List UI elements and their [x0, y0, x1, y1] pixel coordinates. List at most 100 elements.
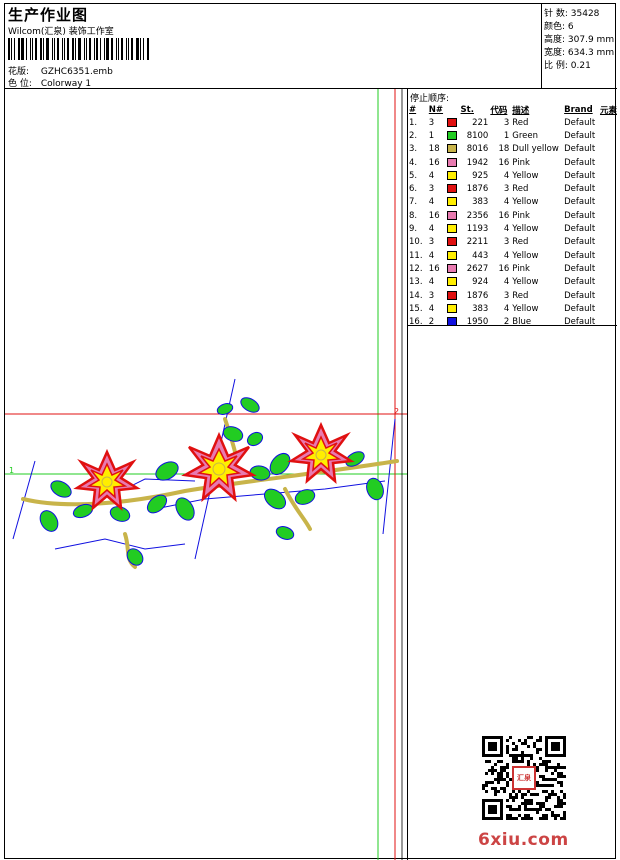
- barcode-bar: [18, 38, 20, 60]
- stop-needle: 4: [428, 303, 435, 314]
- stop-swatch: [446, 249, 461, 262]
- barcode-bar: [52, 38, 53, 60]
- stop-brand: Default: [564, 224, 596, 235]
- stop-brand: Default: [564, 250, 596, 261]
- stop-row: 1. 3 221 3 Red Default: [409, 116, 617, 129]
- stop-desc: Green: [512, 130, 539, 141]
- stat-scale: 比 例: 0.21: [544, 61, 591, 71]
- color-swatch: [446, 237, 457, 247]
- stop-row: 6. 3 1876 3 Red Default: [409, 182, 617, 195]
- stop-row: 7. 4 383 4 Yellow Default: [409, 196, 617, 209]
- stop-swatch: [446, 129, 461, 142]
- barcode-bar: [62, 38, 63, 60]
- stop-swatch: [446, 262, 461, 275]
- stop-code: 16: [498, 157, 510, 168]
- color-swatch: [446, 157, 457, 167]
- stop-brand: Default: [564, 210, 596, 221]
- header-idx: #: [409, 104, 417, 115]
- barcode-bar: [43, 38, 44, 60]
- stop-idx: 12.: [409, 263, 423, 274]
- stop-brand: Default: [564, 277, 596, 288]
- stop-desc: Yellow: [512, 303, 539, 314]
- stop-idx: 2.: [409, 130, 418, 141]
- barcode-bar: [35, 38, 37, 60]
- barcode-bar: [11, 38, 12, 60]
- stop-needle: 3: [428, 117, 435, 128]
- barcode-bar: [121, 38, 123, 60]
- barcode-bar: [111, 38, 113, 60]
- barcode-bar: [26, 38, 27, 60]
- stop-desc: Pink: [512, 157, 530, 168]
- stop-stitches: 383: [472, 303, 489, 314]
- stop-code: 4: [503, 303, 510, 314]
- color-swatch: [446, 317, 457, 327]
- stop-idx: 9.: [409, 224, 418, 235]
- barcode-bar: [100, 38, 101, 60]
- origin-marker: 1: [9, 466, 14, 475]
- barcode-bar: [14, 38, 15, 60]
- stop-code: 4: [503, 224, 510, 235]
- stop-code: 4: [503, 197, 510, 208]
- stop-needle: 4: [428, 250, 435, 261]
- barcode-bar: [106, 38, 109, 60]
- production-sheet: 生产作业图 Wilcom(汇泉) 装饰工作室 花版: GZHC6351.emb …: [4, 3, 617, 860]
- barcode-bar: [72, 38, 74, 60]
- barcode-bar: [78, 38, 81, 60]
- qr-badge: 汇泉: [512, 766, 536, 790]
- barcode-bar: [89, 38, 91, 60]
- stop-stitches: 383: [472, 197, 489, 208]
- stop-stitches: 2356: [466, 210, 489, 221]
- stop-elem: [600, 209, 617, 222]
- stop-stitches: 2627: [466, 263, 489, 274]
- barcode-bar: [40, 38, 42, 60]
- stop-swatch: [446, 289, 461, 302]
- color-swatch: [446, 170, 457, 180]
- stop-brand: Default: [564, 170, 596, 181]
- stop-swatch: [446, 156, 461, 169]
- stop-desc: Red: [512, 290, 529, 301]
- stop-swatch: [446, 143, 461, 156]
- stop-desc: Red: [512, 184, 529, 195]
- stop-row: 9. 4 1193 4 Yellow Default: [409, 222, 617, 235]
- stop-elem: [600, 169, 617, 182]
- barcode-bar: [140, 38, 141, 60]
- stop-idx: 10.: [409, 237, 423, 248]
- stop-needle: 16: [428, 263, 440, 274]
- stop-elem: [600, 116, 617, 129]
- stop-code: 4: [503, 277, 510, 288]
- barcode-bar: [104, 38, 105, 60]
- stop-code: 4: [503, 250, 510, 261]
- stop-swatch: [446, 276, 461, 289]
- stat-colors: 颜色: 6: [544, 22, 574, 32]
- stop-swatch: [446, 236, 461, 249]
- stop-idx: 1.: [409, 117, 418, 128]
- stop-stitches: 1876: [466, 290, 489, 301]
- stop-stitches: 443: [472, 250, 489, 261]
- barcode-bar: [84, 38, 85, 60]
- sheet-header: 生产作业图 Wilcom(汇泉) 装饰工作室 花版: GZHC6351.emb …: [5, 4, 617, 89]
- stop-elem: [600, 289, 617, 302]
- header-code: 代码: [490, 105, 508, 116]
- color-swatch: [446, 224, 457, 234]
- stop-needle: 4: [428, 170, 435, 181]
- stop-code: 4: [503, 170, 510, 181]
- stop-idx: 3.: [409, 144, 418, 155]
- stop-elem: [600, 236, 617, 249]
- stop-table-header: # N# St. 代码 描述 Brand 元素: [409, 103, 617, 116]
- stop-elem: [600, 182, 617, 195]
- site-watermark: 6xiu.com: [478, 830, 569, 850]
- barcode-bar: [21, 38, 24, 60]
- stop-stitches: 924: [472, 277, 489, 288]
- stop-row: 15. 4 383 4 Yellow Default: [409, 302, 617, 315]
- stop-row: 13. 4 924 4 Yellow Default: [409, 276, 617, 289]
- color-swatch: [446, 130, 457, 140]
- color-swatch: [446, 290, 457, 300]
- stop-elem: [600, 302, 617, 315]
- stop-elem: [600, 143, 617, 156]
- stop-swatch: [446, 302, 461, 315]
- stop-row: 11. 4 443 4 Yellow Default: [409, 249, 617, 262]
- stop-code: 3: [503, 184, 510, 195]
- stop-desc: Red: [512, 117, 529, 128]
- qr-panel: 汇泉 6xiu.com: [407, 326, 617, 860]
- stop-brand: Default: [564, 303, 596, 314]
